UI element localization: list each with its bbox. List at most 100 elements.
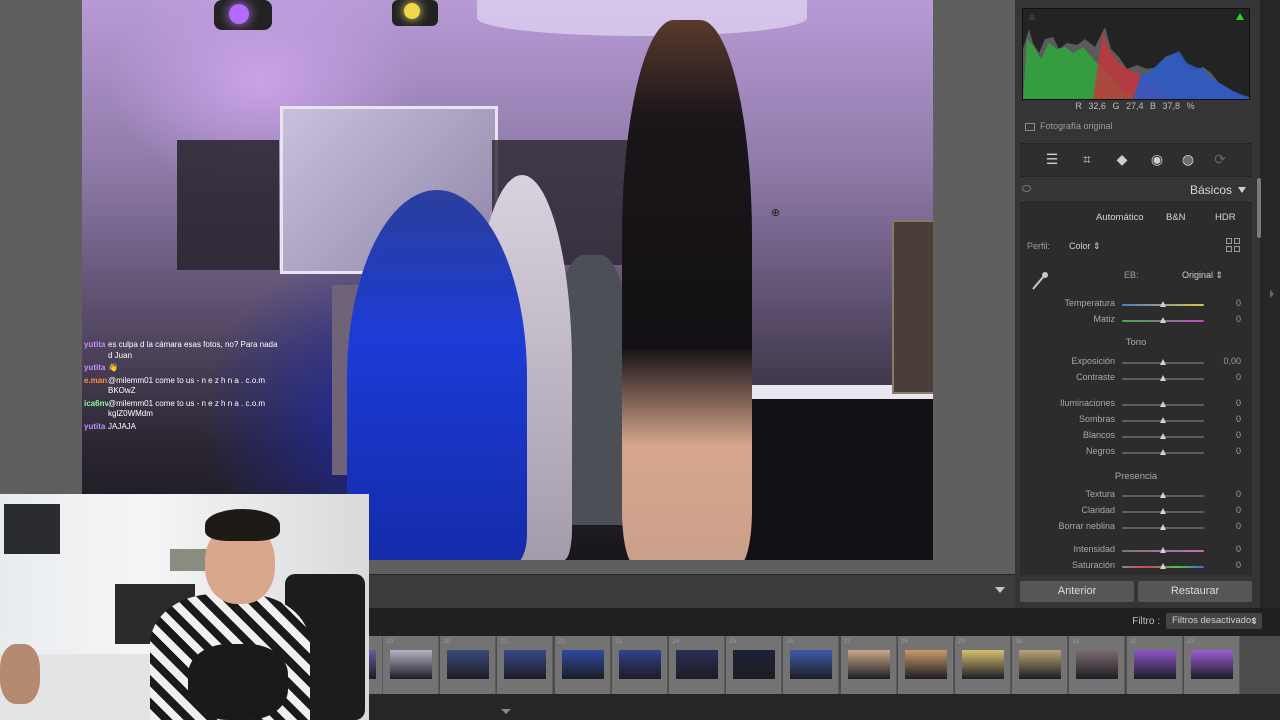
slider-value[interactable]: 0: [1211, 398, 1241, 408]
slider-row[interactable]: Intensidad 0: [1020, 544, 1252, 558]
slider-row[interactable]: Temperatura 0: [1020, 298, 1252, 312]
slider-track[interactable]: [1122, 433, 1204, 439]
expand-right-icon[interactable]: [1270, 290, 1274, 298]
checkbox[interactable]: [1025, 122, 1035, 131]
slider-value[interactable]: 0: [1211, 430, 1241, 440]
filmstrip-cell[interactable]: 29: [955, 636, 1011, 694]
histogram[interactable]: [1022, 8, 1250, 100]
red-eye-icon[interactable]: ◉: [1149, 151, 1165, 167]
edit-sliders-icon[interactable]: ☰: [1044, 151, 1060, 167]
slider-row[interactable]: Contraste 0: [1020, 372, 1252, 386]
slider-row[interactable]: Saturación 0: [1020, 560, 1252, 574]
filmstrip-cell[interactable]: 33: [1183, 636, 1240, 694]
thumbnail[interactable]: [369, 650, 376, 679]
slider-track[interactable]: [1122, 449, 1204, 455]
presets-icon[interactable]: ⟳: [1212, 151, 1228, 167]
slider-thumb[interactable]: [1160, 547, 1166, 553]
slider-value[interactable]: 0: [1211, 314, 1241, 324]
slider-track[interactable]: [1122, 375, 1204, 381]
slider-row[interactable]: Blancos 0: [1020, 430, 1252, 444]
slider-track[interactable]: [1122, 547, 1204, 553]
slider-track[interactable]: [1122, 563, 1204, 569]
filmstrip-cell[interactable]: 32: [1126, 636, 1183, 694]
slider-row[interactable]: Claridad 0: [1020, 505, 1252, 519]
filmstrip-cell[interactable]: 24: [669, 636, 725, 694]
filmstrip-cell[interactable]: 30: [1012, 636, 1069, 694]
mode-automatic[interactable]: Automático: [1096, 212, 1144, 223]
original-photo-toggle[interactable]: Fotografía original: [1022, 121, 1248, 131]
chevron-down-icon[interactable]: [501, 709, 511, 714]
slider-thumb[interactable]: [1160, 417, 1166, 423]
thumbnail[interactable]: [904, 650, 947, 679]
slider-thumb[interactable]: [1160, 317, 1166, 323]
highlight-clipping-icon[interactable]: [1236, 13, 1244, 20]
main-photo[interactable]: [82, 0, 933, 560]
thumbnail[interactable]: [1076, 650, 1119, 679]
filmstrip-cell[interactable]: 31: [1069, 636, 1126, 694]
eye-icon[interactable]: [1022, 185, 1031, 192]
slider-value[interactable]: 0: [1211, 544, 1241, 554]
slider-row[interactable]: Exposición 0,00: [1020, 356, 1252, 370]
slider-row[interactable]: Negros 0: [1020, 446, 1252, 460]
collapse-triangle-icon[interactable]: [1238, 187, 1246, 193]
mode-hdr[interactable]: HDR: [1215, 212, 1236, 223]
slider-track[interactable]: [1122, 508, 1204, 514]
thumbnail[interactable]: [790, 650, 833, 679]
slider-thumb[interactable]: [1160, 524, 1166, 530]
eyedropper-icon[interactable]: [1030, 269, 1050, 291]
filmstrip-cell[interactable]: 21: [497, 636, 554, 694]
thumbnail[interactable]: [733, 650, 776, 679]
basics-header[interactable]: Básicos: [1020, 178, 1252, 200]
slider-thumb[interactable]: [1160, 375, 1166, 381]
healing-eraser-icon[interactable]: ◆: [1114, 151, 1130, 167]
thumbnail[interactable]: [847, 650, 890, 679]
slider-track[interactable]: [1122, 401, 1204, 407]
thumbnail[interactable]: [1133, 650, 1176, 679]
thumbnail[interactable]: [561, 650, 604, 679]
filmstrip-cell[interactable]: 23: [611, 636, 668, 694]
slider-value[interactable]: 0,00: [1211, 356, 1241, 366]
slider-value[interactable]: 0: [1211, 489, 1241, 499]
profile-select[interactable]: Color ⇕: [1069, 241, 1101, 252]
slider-row[interactable]: Textura 0: [1020, 489, 1252, 503]
reset-button[interactable]: Restaurar: [1138, 581, 1252, 602]
wb-select[interactable]: Original ⇕: [1182, 270, 1223, 281]
slider-row[interactable]: Iluminaciones 0: [1020, 398, 1252, 412]
slider-value[interactable]: 0: [1211, 521, 1241, 531]
slider-value[interactable]: 0: [1211, 298, 1241, 308]
slider-thumb[interactable]: [1160, 301, 1166, 307]
shadow-clipping-icon[interactable]: [1028, 13, 1036, 20]
filmstrip-cell[interactable]: 22: [554, 636, 611, 694]
slider-thumb[interactable]: [1160, 401, 1166, 407]
filmstrip-cell[interactable]: 25: [726, 636, 783, 694]
mode-bw[interactable]: B&N: [1166, 212, 1186, 223]
slider-value[interactable]: 0: [1211, 505, 1241, 515]
thumbnail[interactable]: [962, 650, 1004, 679]
filmstrip-cell[interactable]: 26: [783, 636, 840, 694]
filmstrip-cell[interactable]: 27: [840, 636, 897, 694]
slider-row[interactable]: Sombras 0: [1020, 414, 1252, 428]
slider-thumb[interactable]: [1160, 359, 1166, 365]
previous-button[interactable]: Anterior: [1020, 581, 1134, 602]
profile-browser-icon[interactable]: [1226, 238, 1240, 252]
crop-icon[interactable]: ⌗: [1079, 151, 1095, 167]
slider-thumb[interactable]: [1160, 433, 1166, 439]
filter-select[interactable]: Filtros desactivados: [1166, 613, 1262, 629]
thumbnail[interactable]: [1019, 650, 1062, 679]
slider-thumb[interactable]: [1160, 508, 1166, 514]
slider-track[interactable]: [1122, 359, 1204, 365]
chevron-down-icon[interactable]: [995, 587, 1005, 593]
panel-scrollbar[interactable]: [1257, 178, 1261, 238]
thumbnail[interactable]: [447, 650, 490, 679]
slider-value[interactable]: 0: [1211, 372, 1241, 382]
filmstrip-cell[interactable]: 19: [383, 636, 439, 694]
thumbnail[interactable]: [390, 650, 432, 679]
slider-track[interactable]: [1122, 317, 1204, 323]
slider-track[interactable]: [1122, 417, 1204, 423]
thumbnail[interactable]: [504, 650, 547, 679]
slider-row[interactable]: Borrar neblina 0: [1020, 521, 1252, 535]
masking-icon[interactable]: ◍: [1180, 151, 1196, 167]
slider-value[interactable]: 0: [1211, 560, 1241, 570]
slider-track[interactable]: [1122, 492, 1204, 498]
filmstrip-cell[interactable]: 20: [440, 636, 497, 694]
